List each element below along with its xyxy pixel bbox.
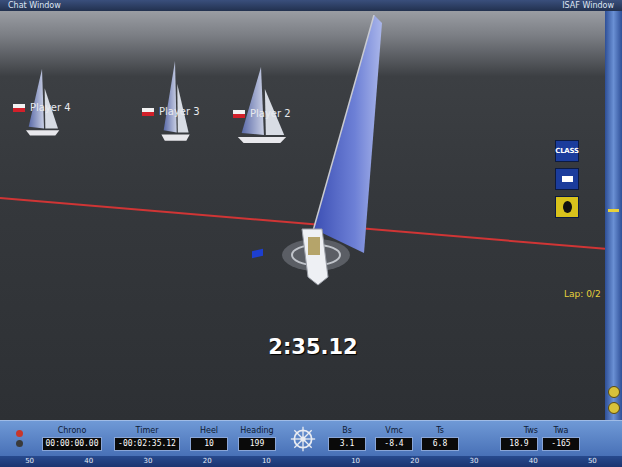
- lap-counter: Lap: 0/2: [564, 289, 601, 299]
- instrument: Heading 199: [232, 426, 282, 451]
- instrument: Ts 6.8: [418, 426, 462, 451]
- poland-flag-icon: [13, 104, 25, 112]
- signal-flag: [556, 169, 578, 189]
- signal-flags: CLASS: [556, 141, 578, 217]
- rect-icon: [562, 176, 573, 182]
- poland-flag-icon: [142, 108, 154, 116]
- opponent-boat-icon: [158, 61, 192, 145]
- isaf-window-button[interactable]: ISAF Window: [562, 0, 614, 11]
- instrument: Twa -165: [538, 426, 584, 451]
- lamp-icon: [16, 440, 23, 447]
- countdown: 2:35.12: [248, 335, 378, 359]
- player-label: Player 4: [13, 102, 71, 114]
- instrument: Bs 3.1: [324, 426, 370, 451]
- poland-flag-icon: [233, 110, 245, 118]
- signal-flag: CLASS: [556, 141, 578, 161]
- instrument: Chrono 00:00:00.00: [36, 426, 108, 451]
- side-rail: [605, 11, 622, 420]
- race-view: Player 4 Player 3 Player 2 CLASS Lap: 0/…: [0, 11, 605, 420]
- chat-window-button[interactable]: Chat Window: [8, 0, 61, 11]
- blue-marker-icon: [252, 249, 263, 258]
- player-label: Player 3: [142, 106, 200, 118]
- instrument: Timer -00:02:35.12: [108, 426, 186, 451]
- rail-marker-icon[interactable]: [608, 209, 619, 212]
- signal-flag: [556, 197, 578, 217]
- instrument: Heel 10: [186, 426, 232, 451]
- wind-scale: 5040302010 1020304050: [0, 456, 622, 467]
- lamp-icon: [16, 430, 23, 437]
- knob-icon[interactable]: [608, 386, 620, 398]
- instrument-panel: Chrono 00:00:00.00Timer -00:02:35.12Heel…: [0, 420, 622, 467]
- circle-icon: [563, 201, 572, 213]
- instrument: Vmc -8.4: [370, 426, 418, 451]
- helm-wheel-icon: [290, 426, 316, 452]
- game-screen: Chat Window ISAF Window Player 4 Player …: [0, 0, 622, 467]
- knob-icon[interactable]: [608, 402, 620, 414]
- instrument: Tws 18.9: [462, 426, 538, 451]
- opponent-boat-icon: [232, 67, 290, 147]
- player-boat-icon: [278, 15, 408, 290]
- top-bar: Chat Window ISAF Window: [0, 0, 622, 11]
- player-label: Player 2: [233, 108, 291, 120]
